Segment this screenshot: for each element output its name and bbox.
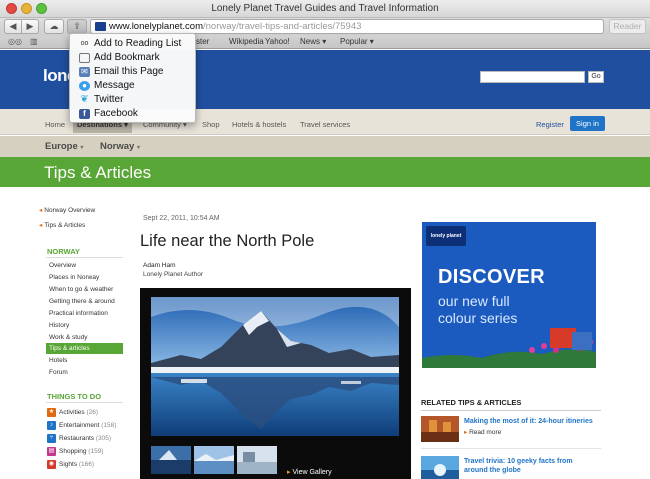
nav-travel-services[interactable]: Travel services <box>296 117 354 133</box>
sidebar-item-hotels[interactable]: Hotels <box>46 355 123 366</box>
restaurants-icon: ⑂ <box>47 434 56 443</box>
menu-item-email-this-page[interactable]: ✉ Email this Page <box>70 65 195 79</box>
sidebar-item-tips-articles[interactable]: Tips & articles <box>46 343 123 354</box>
ad-line: our new full <box>438 293 510 309</box>
sign-in-button[interactable]: Sign in <box>570 116 605 131</box>
gallery-thumbnail[interactable] <box>194 446 234 474</box>
mail-icon: ✉ <box>79 67 90 77</box>
things-item-shopping[interactable]: ▤ Shopping (159) <box>47 446 103 458</box>
bookmark-item[interactable]: Yahoo! <box>265 37 290 46</box>
bookmarks-icon[interactable]: ▥ <box>30 37 38 46</box>
sidebar-item-work-study[interactable]: Work & study <box>46 332 123 343</box>
back-button[interactable]: ◀ <box>4 19 22 34</box>
message-icon: ● <box>79 81 90 91</box>
breadcrumb-europe[interactable]: Europe ▾ <box>45 141 83 152</box>
article-author-role: Lonely Planet Author <box>143 271 203 278</box>
sidebar-link-norway-overview[interactable]: ◂ Norway Overview <box>39 206 95 214</box>
chevron-left-icon: ◀ <box>9 21 17 31</box>
book-icon <box>79 53 90 63</box>
nav-hotels-hostels[interactable]: Hotels & hostels <box>228 117 290 133</box>
icloud-tabs-button[interactable]: ☁ <box>44 19 64 34</box>
read-more-link[interactable]: ▸ Read more <box>464 428 501 436</box>
advertisement-banner[interactable]: lonely planet DISCOVER our new full colo… <box>422 222 596 368</box>
gallery-thumbnail[interactable] <box>151 446 191 474</box>
related-heading: RELATED TIPS & ARTICLES <box>421 398 522 407</box>
related-article-title[interactable]: Travel trivia: 10 geeky facts from aroun… <box>464 457 590 475</box>
twitter-icon: ❦ <box>80 94 89 105</box>
menu-item-add-bookmark[interactable]: Add Bookmark <box>70 51 195 65</box>
activities-icon: ★ <box>47 408 56 417</box>
things-item-restaurants[interactable]: ⑂ Restaurants (305) <box>47 433 111 445</box>
reader-button[interactable]: Reader <box>609 19 646 34</box>
chevron-right-icon: ▶ <box>26 21 34 31</box>
address-domain: www.lonelyplanet.com <box>109 21 203 32</box>
share-icon: ⇪ <box>73 21 81 31</box>
menu-item-facebook[interactable]: f Facebook <box>70 107 195 121</box>
things-item-sights[interactable]: ◉ Sights (166) <box>47 459 94 471</box>
site-search-input[interactable] <box>480 71 585 83</box>
sidebar-item-overview[interactable]: Overview <box>46 260 123 271</box>
article-author[interactable]: Adam Ham <box>143 262 176 269</box>
sidebar-item-forum[interactable]: Forum <box>46 367 123 378</box>
facebook-icon: f <box>79 109 90 119</box>
things-item-activities[interactable]: ★ Activities (26) <box>47 407 98 419</box>
share-menu: oo Add to Reading List Add Bookmark ✉ Em… <box>69 33 196 123</box>
things-item-entertainment[interactable]: ♪ Entertainment (158) <box>47 420 116 432</box>
section-title: Tips & Articles <box>44 163 152 182</box>
address-bar[interactable]: www.lonelyplanet.com/norway/travel-tips-… <box>90 19 604 34</box>
bookmark-item[interactable]: News ▾ <box>300 37 326 46</box>
article-date: Sept 22, 2011, 10:54 AM <box>143 215 220 222</box>
sidebar-item-places[interactable]: Places in Norway <box>46 272 123 283</box>
ad-headline: DISCOVER <box>438 266 545 288</box>
menu-item-twitter[interactable]: ❦ Twitter <box>70 93 195 107</box>
ad-line: colour series <box>438 310 518 326</box>
address-path: /norway/travel-tips-and-articles/75943 <box>203 21 362 32</box>
shopping-icon: ▤ <box>47 447 56 456</box>
related-divider <box>421 410 601 411</box>
entertainment-icon: ♪ <box>47 421 56 430</box>
breadcrumb-norway[interactable]: Norway ▾ <box>100 141 140 152</box>
sidebar-things-heading: THINGS TO DO <box>47 392 102 401</box>
sidebar-item-history[interactable]: History <box>46 320 123 331</box>
ad-flowers-illustration <box>422 328 596 368</box>
related-thumbnail[interactable] <box>421 456 459 479</box>
nav-home[interactable]: Home <box>41 117 69 133</box>
section-banner: Tips & Articles <box>0 157 650 187</box>
nav-shop[interactable]: Shop <box>198 117 224 133</box>
bookmark-item[interactable]: Wikipedia <box>229 37 264 46</box>
cloud-icon: ☁ <box>49 21 59 31</box>
register-link[interactable]: Register <box>536 120 564 129</box>
search-go-button[interactable]: Go <box>588 71 604 83</box>
site-favicon-icon <box>95 22 106 31</box>
breadcrumb: Europe ▾ Norway ▾ <box>0 136 650 157</box>
related-thumbnail[interactable] <box>421 416 459 442</box>
glasses-icon: oo <box>80 40 89 47</box>
sidebar-divider <box>46 402 123 403</box>
sights-icon: ◉ <box>47 460 56 469</box>
bookmark-item[interactable]: ster <box>196 37 209 46</box>
photo-gallery: ▸ View Gallery <box>140 288 411 479</box>
related-divider <box>421 448 601 449</box>
related-article-title[interactable]: Making the most of it: 24-hour itineries <box>464 417 614 426</box>
forward-button[interactable]: ▶ <box>21 19 39 34</box>
sidebar-link-tips-articles[interactable]: ◂ Tips & Articles <box>39 221 85 229</box>
article-title: Life near the North Pole <box>140 232 315 250</box>
browser-window: Lonely Planet Travel Guides and Travel I… <box>0 0 650 479</box>
sidebar-item-practical[interactable]: Practical information <box>46 308 123 319</box>
sidebar-item-when-to-go[interactable]: When to go & weather <box>46 284 123 295</box>
window-title: Lonely Planet Travel Guides and Travel I… <box>211 3 439 14</box>
title-bar: Lonely Planet Travel Guides and Travel I… <box>0 0 650 18</box>
reading-list-icon[interactable]: ◎◎ <box>8 37 22 46</box>
sidebar-norway-heading: NORWAY <box>47 247 80 256</box>
view-gallery-link[interactable]: ▸ View Gallery <box>287 468 332 476</box>
bookmark-item[interactable]: Popular ▾ <box>340 37 374 46</box>
gallery-thumbnail[interactable] <box>237 446 277 474</box>
share-button[interactable]: ⇪ <box>67 19 87 34</box>
menu-item-add-to-reading-list[interactable]: oo Add to Reading List <box>70 37 195 51</box>
menu-item-message[interactable]: ● Message <box>70 79 195 93</box>
sidebar-divider <box>46 257 123 258</box>
lonely-planet-ad-logo: lonely planet <box>426 226 466 246</box>
sidebar-item-getting-there[interactable]: Getting there & around <box>46 296 123 307</box>
gallery-main-photo[interactable] <box>151 297 399 436</box>
